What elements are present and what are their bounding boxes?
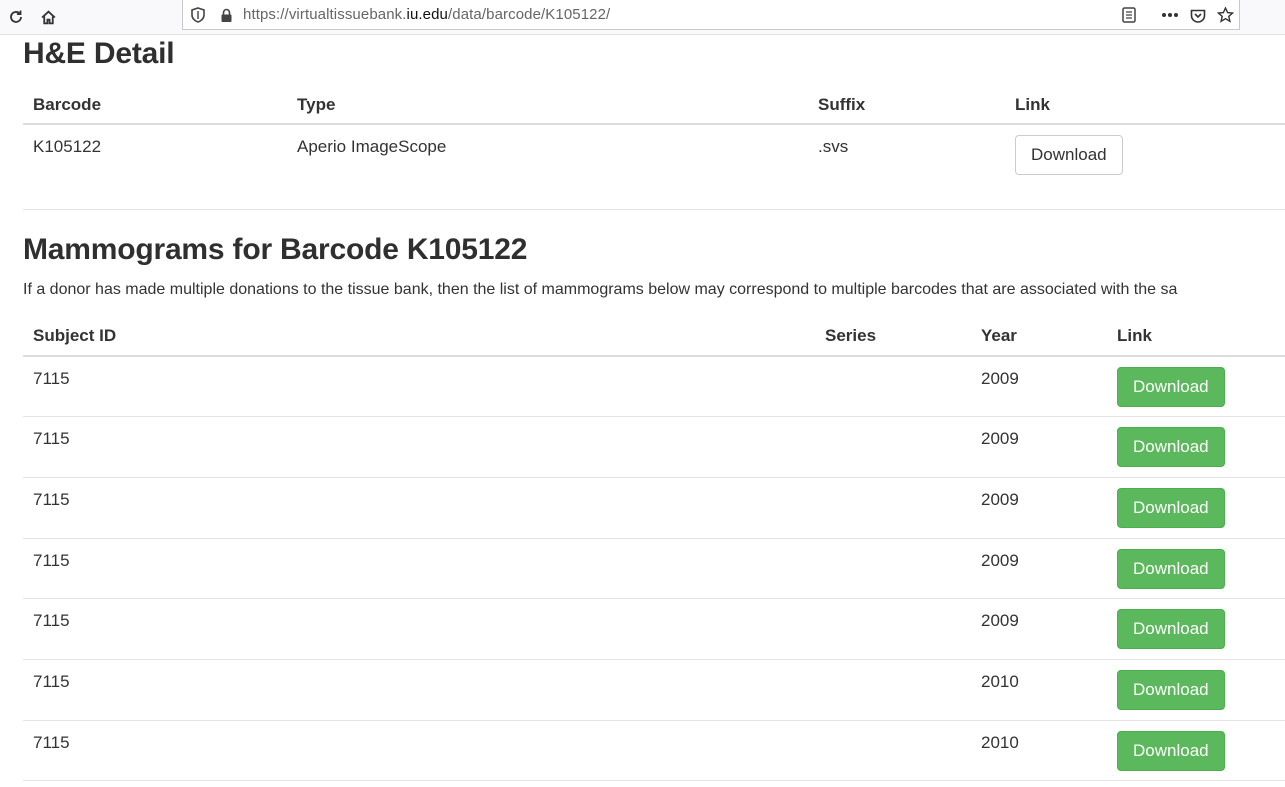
table-header-row: Barcode Type Suffix Link: [23, 86, 1285, 124]
mammograms-title: Mammograms for Barcode K105122: [23, 233, 528, 266]
table-row: 7115 2009 Download: [23, 417, 1285, 478]
mammogram-download-button[interactable]: Download: [1117, 609, 1225, 650]
mammogram-download-button[interactable]: Download: [1117, 427, 1225, 468]
reload-icon[interactable]: [4, 5, 28, 29]
table-row: 7115 2009 Download: [23, 599, 1285, 660]
page-content: H&E Detail Barcode Type Suffix Link K105…: [23, 34, 1285, 787]
mammogram-download-button[interactable]: Download: [1117, 730, 1225, 771]
column-header-type: Type: [297, 94, 336, 114]
table-row: 7115 2009 Download: [23, 356, 1285, 417]
he-download-button[interactable]: Download: [1015, 135, 1123, 175]
mammogram-download-button[interactable]: Download: [1117, 487, 1225, 528]
column-header-link: Link: [1117, 325, 1152, 345]
table-header-row: Subject ID Series Year Link: [23, 316, 1285, 356]
year-cell: 2009: [981, 369, 1019, 388]
column-header-link: Link: [1015, 94, 1050, 114]
column-header-year: Year: [981, 325, 1017, 345]
link-cell: Download: [1107, 417, 1285, 478]
type-cell: Aperio ImageScope: [297, 137, 447, 156]
table-row: 7115 2010 Download: [23, 659, 1285, 721]
subject-id-cell: 7115: [33, 550, 70, 570]
reader-view-icon[interactable]: [1120, 6, 1138, 24]
subject-id-cell: 7115: [33, 732, 70, 752]
subject-id-cell: 7115: [33, 489, 70, 509]
series-cell: [815, 538, 971, 599]
mammograms-table: Subject ID Series Year Link 7115 2009 Do…: [23, 316, 1285, 781]
barcode-cell: K105122: [33, 137, 102, 156]
column-header-barcode: Barcode: [33, 94, 102, 114]
more-icon[interactable]: [1161, 6, 1179, 24]
url-bar[interactable]: https://virtualtissuebank.iu.edu/data/ba…: [182, 0, 1240, 30]
lock-icon[interactable]: [217, 6, 235, 24]
year-cell: 2009: [981, 611, 1019, 631]
series-cell: [815, 417, 971, 478]
link-cell: Download: [1107, 538, 1285, 599]
link-cell: Download: [1107, 599, 1285, 660]
browser-toolbar: https://virtualtissuebank.iu.edu/data/ba…: [0, 0, 1285, 35]
year-cell: 2010: [981, 732, 1019, 752]
link-cell: Download: [1005, 124, 1285, 209]
series-cell: [815, 477, 971, 538]
he-detail-title: H&E Detail: [23, 37, 175, 70]
table-row: 7115 2009 Download: [23, 477, 1285, 539]
column-header-series: Series: [825, 325, 877, 345]
series-cell: [815, 599, 971, 660]
table-row: K105122 Aperio ImageScope .svs Download: [23, 124, 1285, 209]
url-text[interactable]: https://virtualtissuebank.iu.edu/data/ba…: [243, 6, 610, 23]
year-cell: 2009: [981, 429, 1019, 449]
shield-icon[interactable]: [189, 6, 207, 24]
subject-id-cell: 7115: [33, 611, 70, 631]
he-detail-table: Barcode Type Suffix Link K105122 Aperio …: [23, 86, 1285, 210]
mammogram-download-button[interactable]: Download: [1117, 669, 1225, 710]
column-header-subject-id: Subject ID: [33, 325, 117, 345]
link-cell: Download: [1107, 720, 1285, 781]
link-cell: Download: [1107, 356, 1285, 417]
link-cell: Download: [1107, 659, 1285, 720]
pocket-icon[interactable]: [1189, 6, 1207, 24]
table-row: 7115 2010 Download: [23, 720, 1285, 781]
home-icon[interactable]: [36, 5, 60, 29]
series-cell: [815, 659, 971, 720]
series-cell: [815, 720, 971, 781]
bookmark-star-icon[interactable]: [1216, 6, 1234, 24]
link-cell: Download: [1107, 477, 1285, 538]
table-row: 7115 2009 Download: [23, 538, 1285, 599]
mammogram-download-button[interactable]: Download: [1117, 548, 1225, 589]
column-header-suffix: Suffix: [818, 94, 866, 114]
mammogram-download-button[interactable]: Download: [1117, 367, 1225, 407]
mammograms-intro-text: If a donor has made multiple donations t…: [23, 281, 1178, 298]
year-cell: 2009: [981, 489, 1019, 509]
subject-id-cell: 7115: [33, 671, 70, 691]
year-cell: 2010: [981, 671, 1019, 691]
suffix-cell: .svs: [818, 137, 849, 156]
subject-id-cell: 7115: [33, 369, 70, 388]
year-cell: 2009: [981, 550, 1019, 570]
subject-id-cell: 7115: [33, 429, 70, 449]
series-cell: [815, 356, 971, 417]
